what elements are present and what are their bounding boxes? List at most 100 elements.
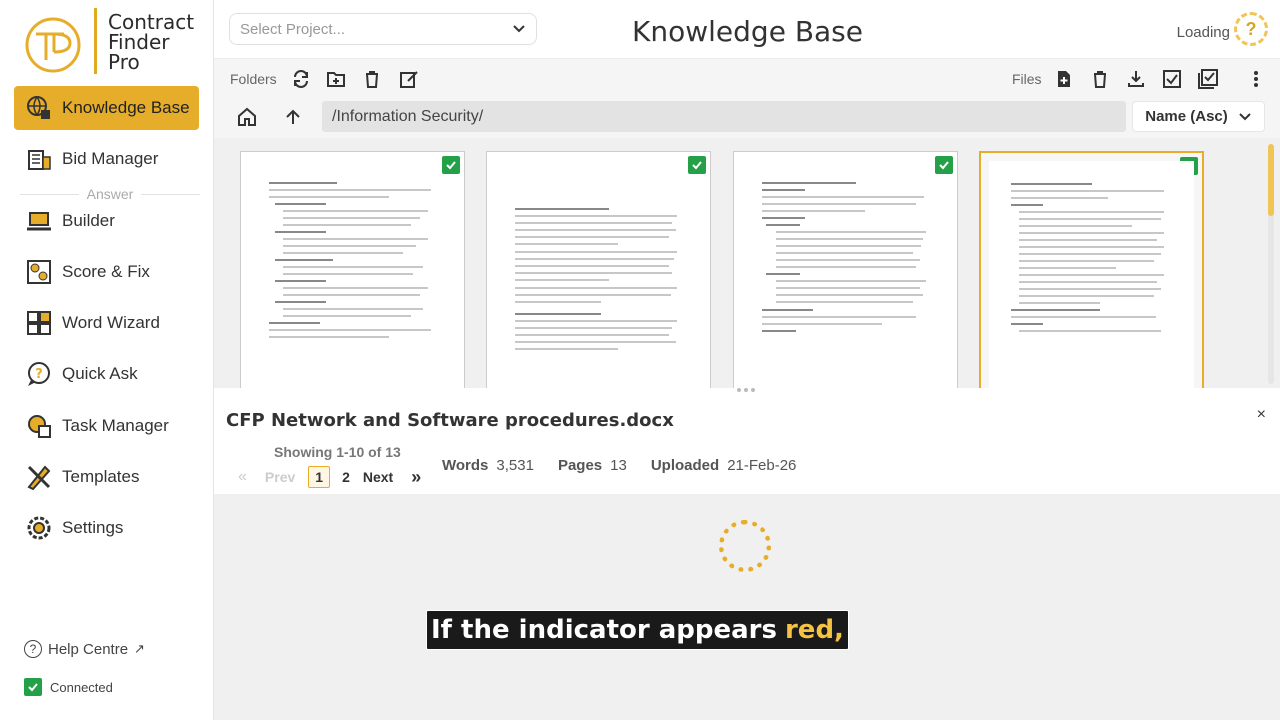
documents-scrollbar[interactable] [1268,144,1274,384]
page-title: Knowledge Base [632,15,863,48]
document-thumbnail [269,182,440,388]
sidebar-item-label: Bid Manager [62,149,159,168]
external-link-icon: ↗ [134,641,145,656]
connected-check-icon [24,678,42,696]
first-page-icon[interactable]: « [238,468,247,486]
video-caption: If the indicator appears red, [426,610,849,650]
app-name-line: Finder [108,30,170,54]
sidebar-item-label: Score & Fix [62,262,150,281]
caption-highlight: red, [784,615,844,645]
project-select-placeholder: Select Project... [240,20,346,38]
preview-header: CFP Network and Software procedures.docx… [214,394,1280,494]
building-icon [24,144,54,174]
help-icon: ? [24,640,42,658]
documents-grid [214,138,1280,388]
task-gear-icon [24,411,54,441]
uploaded-value: 21-Feb-26 [727,457,797,474]
sidebar-item-word-wizard[interactable]: Word Wizard [14,301,199,345]
connection-status: Connected [24,678,113,696]
toolbar: Folders Files [214,58,1280,98]
document-card[interactable] [240,151,465,388]
document-card[interactable] [486,151,711,388]
top-header: Select Project... Knowledge Base Loading… [214,0,1280,58]
pencil-ruler-icon [24,462,54,492]
pages-value: 13 [610,457,627,474]
up-arrow-icon[interactable] [282,106,304,128]
next-button[interactable]: Next [363,469,393,485]
grid-icon [24,308,54,338]
add-file-icon[interactable] [1053,68,1075,90]
app-name-line: Contract [108,10,195,34]
document-thumbnail [762,182,933,388]
loading-status: Loading [1176,24,1230,41]
path-field[interactable]: /Information Security/ [322,101,1126,132]
checkbox-checked-icon[interactable] [442,156,460,174]
sidebar-item-bid-manager[interactable]: Bid Manager [14,137,199,181]
sidebar-item-label: Task Manager [62,416,169,435]
project-select[interactable]: Select Project... [229,13,537,45]
checkbox-checked-icon[interactable] [935,156,953,174]
caption-text: If the indicator appears [431,615,777,645]
path-bar: /Information Security/ Name (Asc) [214,98,1280,138]
document-meta: Words 3,531 Pages 13 Uploaded 21-Feb-26 [442,457,820,474]
page-button[interactable]: 1 [308,466,331,488]
chevron-down-icon [513,25,525,33]
edit-folder-icon[interactable] [398,68,420,90]
prev-button[interactable]: Prev [265,469,295,485]
pagination: « Prev 1 2 Next » [238,466,421,488]
loading-help-icon[interactable]: ? [1234,12,1268,46]
sidebar-item-builder[interactable]: Builder [14,199,199,243]
sidebar-item-templates[interactable]: Templates [14,455,199,499]
question-bubble-icon: ? [24,359,54,389]
app-name: Contract Finder Pro [108,12,194,72]
home-icon[interactable] [236,106,258,128]
folders-label: Folders [230,70,277,87]
files-label: Files [1012,70,1042,87]
showing-count: Showing 1-10 of 13 [274,444,401,460]
app-logo[interactable]: Contract Finder Pro [24,8,204,76]
sidebar-item-label: Builder [62,211,115,230]
sidebar-item-label: Knowledge Base [62,98,190,117]
logo-mark-icon [25,17,81,73]
sidebar: Contract Finder Pro Knowledge Base Bid M… [0,0,214,720]
document-card-selected[interactable] [979,151,1204,388]
select-all-icon[interactable] [1197,68,1219,90]
refresh-icon[interactable] [290,68,312,90]
sidebar-item-knowledge-base[interactable]: Knowledge Base [14,86,199,130]
preview-file-name: CFP Network and Software procedures.docx [226,410,674,431]
page-button[interactable]: 2 [336,467,356,487]
select-icon[interactable] [1161,68,1183,90]
sidebar-item-score-fix[interactable]: Score & Fix [14,250,199,294]
sort-select[interactable]: Name (Asc) [1132,101,1265,132]
words-value: 3,531 [496,457,534,474]
sidebar-item-settings[interactable]: Settings [14,506,199,550]
uploaded-label: Uploaded [650,457,720,474]
document-card[interactable] [733,151,958,388]
sidebar-item-quick-ask[interactable]: ? Quick Ask [14,352,199,396]
help-centre-label: Help Centre [48,640,129,658]
delete-folder-icon[interactable] [361,68,383,90]
words-label: Words [442,457,489,474]
loading-spinner-icon [719,520,771,572]
sidebar-item-task-manager[interactable]: Task Manager [14,404,199,448]
checkbox-checked-icon[interactable] [688,156,706,174]
app-name-line: Pro [108,50,140,74]
document-thumbnail [515,208,686,388]
last-page-icon[interactable]: » [411,467,421,488]
sidebar-item-label: Quick Ask [62,364,138,383]
laptop-icon [24,206,54,236]
delete-file-icon[interactable] [1089,68,1111,90]
download-icon[interactable] [1125,68,1147,90]
logo-divider [94,8,97,74]
svg-text:?: ? [35,367,43,382]
sidebar-item-label: Settings [62,518,124,537]
close-icon[interactable]: × [1257,406,1266,424]
score-icon [24,257,54,287]
help-centre-link[interactable]: ? Help Centre ↗ [24,640,145,658]
new-folder-icon[interactable] [325,68,347,90]
pages-label: Pages [557,457,603,474]
more-options-icon[interactable] [1245,68,1267,90]
gear-icon [24,513,54,543]
globe-icon [24,93,54,123]
connected-label: Connected [50,679,113,695]
